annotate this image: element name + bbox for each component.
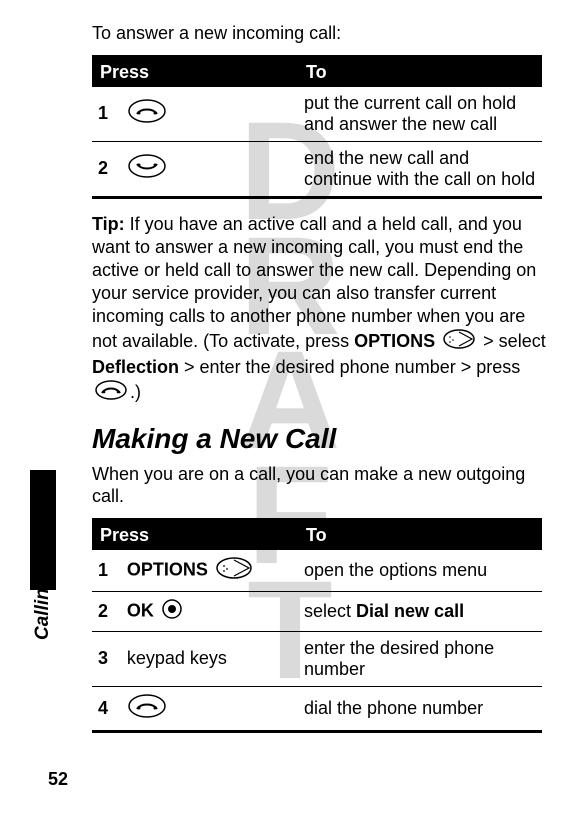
action-cell: select Dial new call xyxy=(298,591,542,631)
options-label: OPTIONS xyxy=(127,559,208,579)
page-number: 52 xyxy=(48,769,68,790)
action-cell: end the new call and continue with the c… xyxy=(298,141,542,197)
dial-new-call-label: Dial new call xyxy=(356,601,464,621)
col-to: To xyxy=(298,519,542,550)
press-cell: OK xyxy=(121,591,298,631)
table-row: 1 OPTIONS open the options menu xyxy=(92,550,542,592)
table-row: 2 end the new call and continue with the… xyxy=(92,141,542,197)
action-cell: enter the desired phone number xyxy=(298,631,542,686)
action-cell: open the options menu xyxy=(298,550,542,592)
table-row: 4 dial the phone number xyxy=(92,686,542,731)
press-cell xyxy=(121,686,298,731)
ok-label: OK xyxy=(127,600,154,620)
action-prefix: select xyxy=(304,601,356,621)
deflection-label: Deflection xyxy=(92,357,179,377)
options-label: OPTIONS xyxy=(354,330,435,350)
send-key-icon xyxy=(127,98,167,129)
col-to: To xyxy=(298,56,542,87)
right-softkey-icon xyxy=(215,556,253,585)
section-heading: Making a New Call xyxy=(92,423,554,455)
tip-text-4: .) xyxy=(130,381,141,401)
intro-line: To answer a new incoming call: xyxy=(92,22,554,45)
new-call-table: Press To 1 OPTIONS open the options menu… xyxy=(92,518,542,733)
tip-label: Tip: xyxy=(92,214,125,234)
press-cell xyxy=(121,141,298,197)
press-cell xyxy=(121,87,298,142)
table-row: 3 keypad keys enter the desired phone nu… xyxy=(92,631,542,686)
end-key-icon xyxy=(127,153,167,184)
row-num: 3 xyxy=(92,631,121,686)
action-cell: put the current call on hold and answer … xyxy=(298,87,542,142)
right-softkey-icon xyxy=(442,328,476,356)
row-num: 4 xyxy=(92,686,121,731)
send-key-icon xyxy=(127,693,167,724)
page-content: To answer a new incoming call: Press To … xyxy=(92,22,554,739)
col-press: Press xyxy=(92,519,298,550)
row-num: 1 xyxy=(92,550,121,592)
send-key-icon xyxy=(94,379,128,407)
row-num: 1 xyxy=(92,87,121,142)
press-cell: keypad keys xyxy=(121,631,298,686)
answer-call-table: Press To 1 put the current call on hold … xyxy=(92,55,542,199)
tip-paragraph: Tip: If you have an active call and a he… xyxy=(92,213,554,407)
action-cell: dial the phone number xyxy=(298,686,542,731)
row-num: 2 xyxy=(92,141,121,197)
table-row: 1 put the current call on hold and answe… xyxy=(92,87,542,142)
side-tab-block xyxy=(30,470,56,590)
center-key-icon xyxy=(161,598,183,625)
tip-text-3: > enter the desired phone number > press xyxy=(179,357,520,377)
col-press: Press xyxy=(92,56,298,87)
press-cell: OPTIONS xyxy=(121,550,298,592)
row-num: 2 xyxy=(92,591,121,631)
tip-text-2: > select xyxy=(478,330,546,350)
table-row: 2 OK select Dial new call xyxy=(92,591,542,631)
section-intro: When you are on a call, you can make a n… xyxy=(92,463,554,508)
